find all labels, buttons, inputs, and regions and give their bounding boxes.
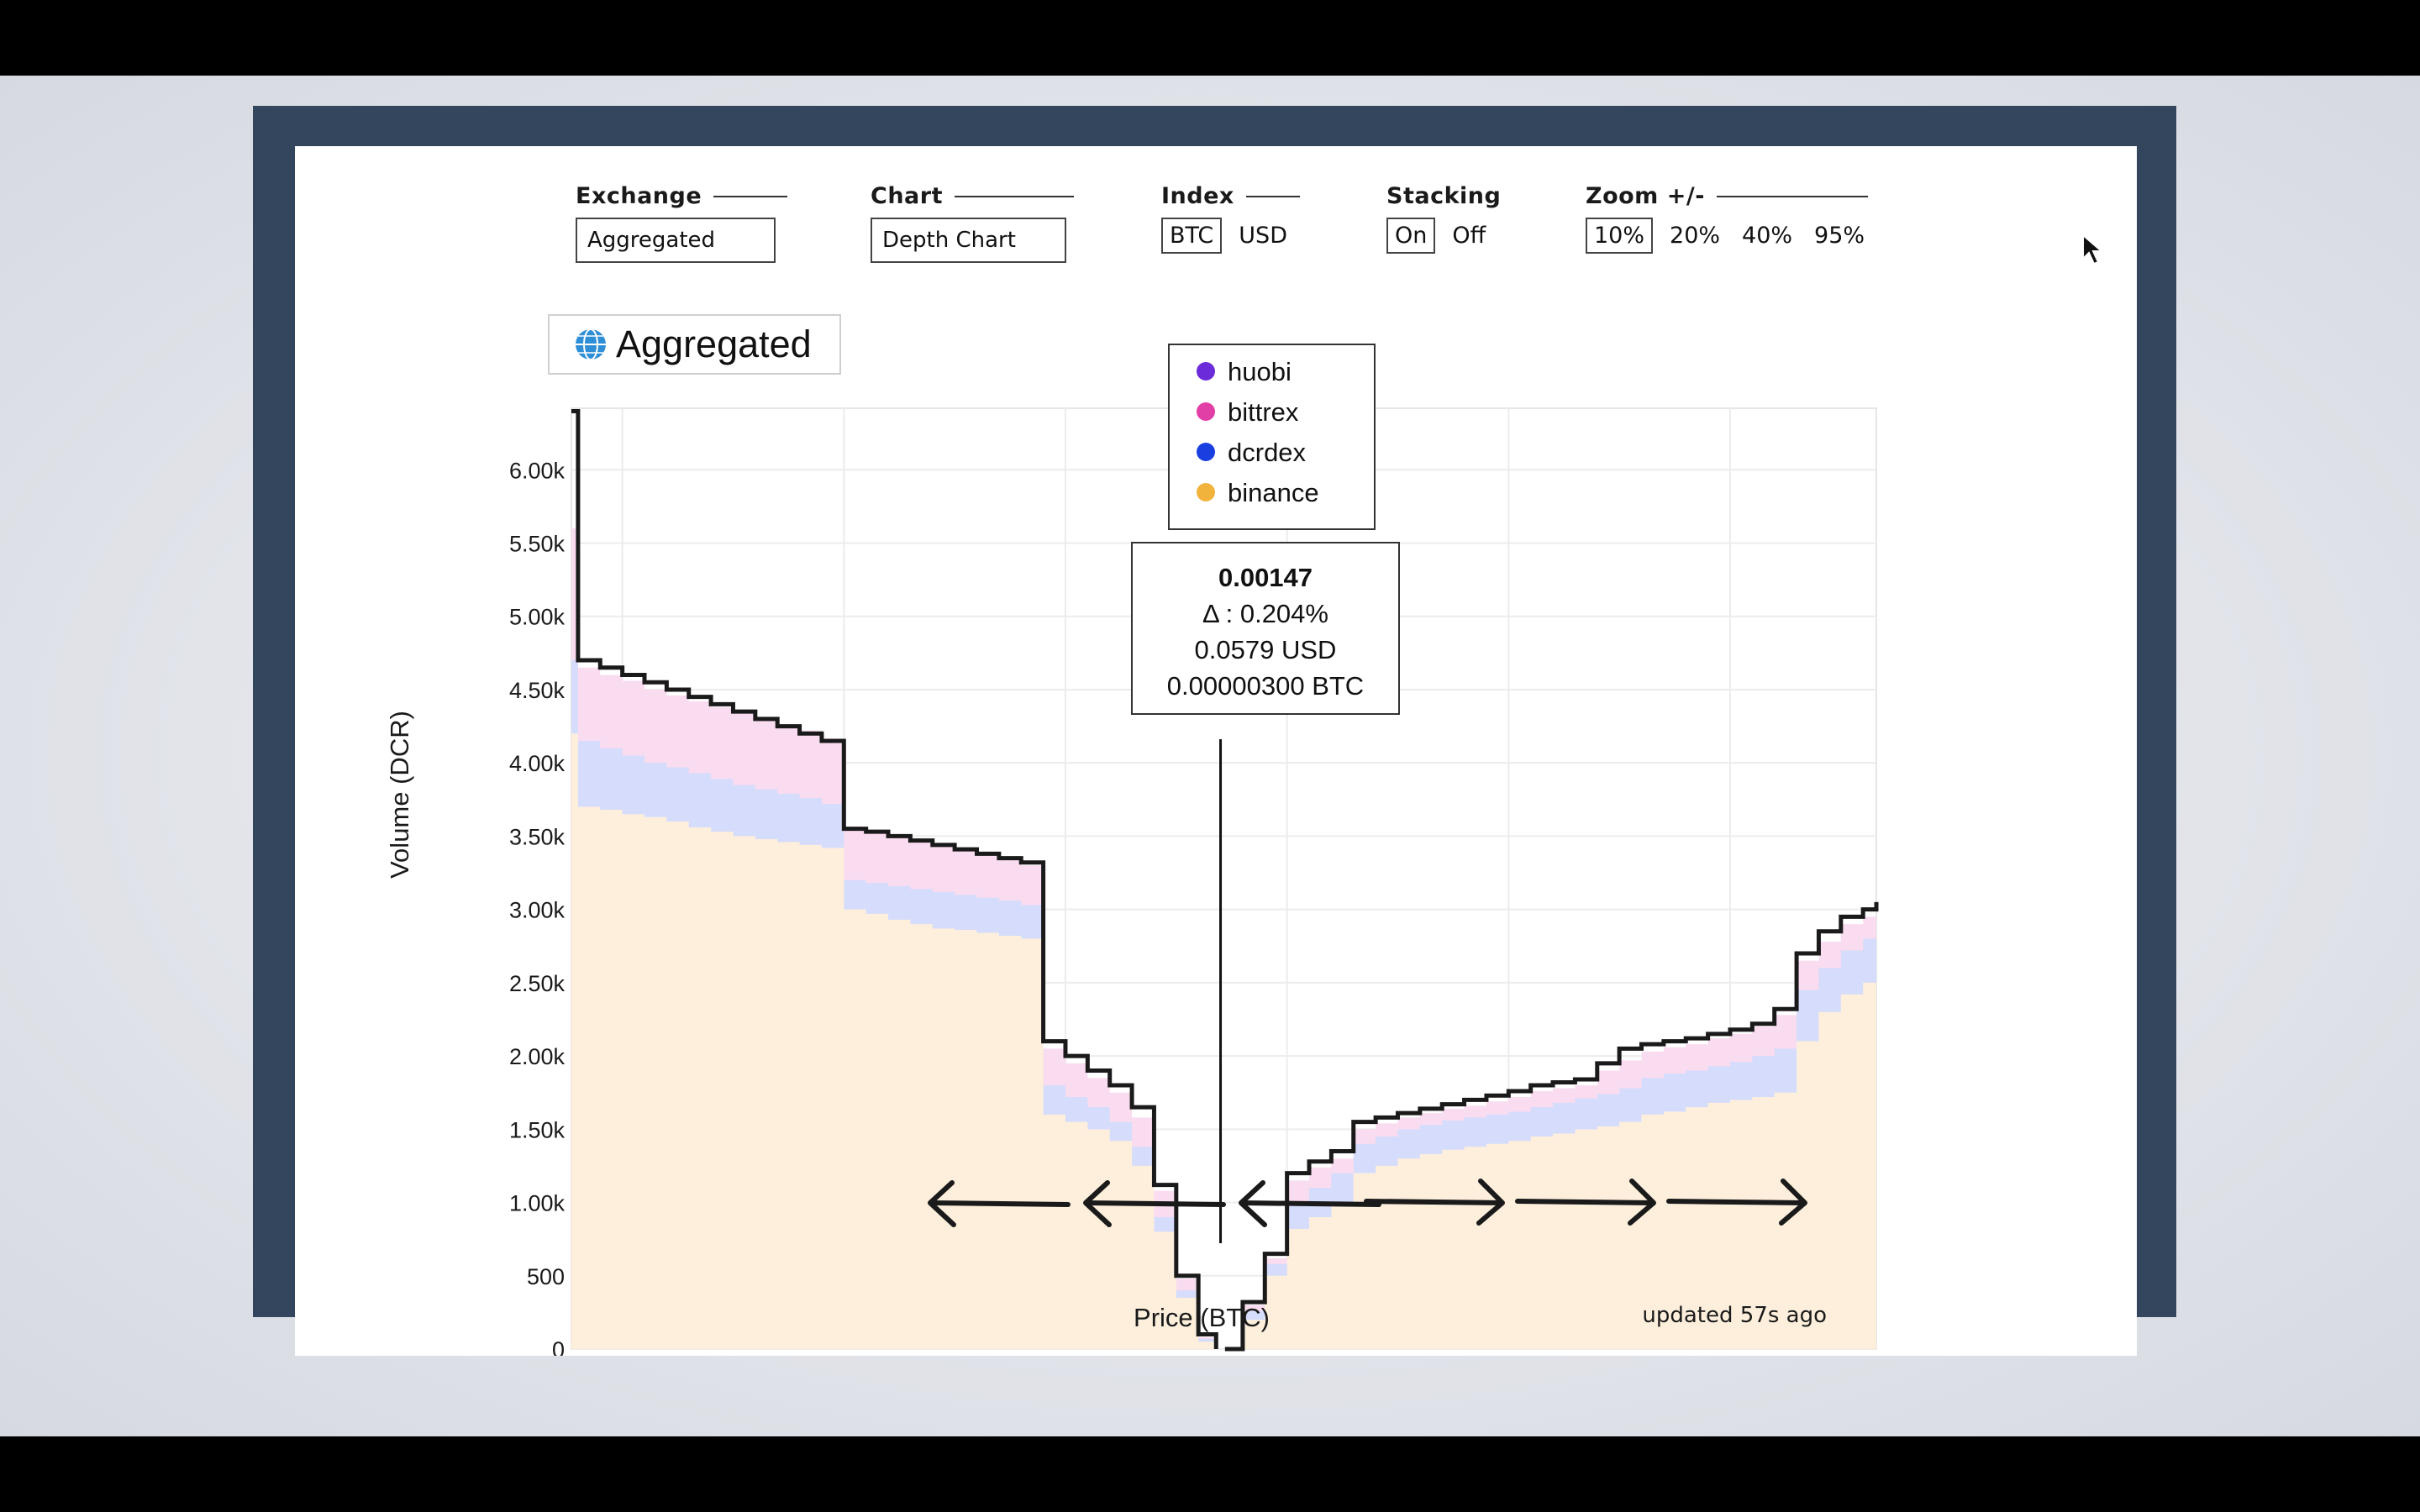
- y-tick-label: 1.00k: [509, 1191, 566, 1216]
- y-tick-label: 2.50k: [509, 971, 566, 996]
- y-tick-label: 3.50k: [509, 824, 566, 849]
- y-tick-label: 4.50k: [509, 678, 566, 703]
- legend-label-bittrex: bittrex: [1228, 397, 1299, 427]
- tooltip-delta: Δ : 0.204%: [1202, 599, 1328, 628]
- y-tick-label: 6.00k: [509, 458, 566, 483]
- y-axis-label: Volume (DCR): [385, 711, 414, 879]
- chart-card: Exchange Aggregated Chart Depth Chart In…: [295, 146, 2137, 1356]
- y-tick-label: 3.00k: [509, 898, 566, 923]
- globe-icon: [576, 328, 606, 360]
- legend-swatch-huobi: [1197, 362, 1215, 381]
- y-tick-label: 5.50k: [509, 531, 566, 556]
- legend-label-huobi: huobi: [1228, 357, 1292, 386]
- legend-swatch-bittrex: [1197, 402, 1215, 421]
- y-tick-label: 4.00k: [509, 751, 566, 776]
- y-tick-label: 0: [552, 1337, 565, 1356]
- legend-label-binance: binance: [1228, 478, 1319, 507]
- chart-legend: huobi bittrex dcrdex binance: [1168, 344, 1376, 530]
- app-frame: Exchange Aggregated Chart Depth Chart In…: [253, 106, 2176, 1356]
- legend-label-dcrdex: dcrdex: [1228, 438, 1307, 467]
- tooltip-price: 0.00147: [1218, 563, 1313, 592]
- legend-swatch-binance: [1197, 483, 1215, 501]
- aggregated-badge: Aggregated: [548, 314, 841, 375]
- legend-swatch-dcrdex: [1197, 443, 1215, 461]
- price-tooltip: 0.00147 Δ : 0.204% 0.0579 USD 0.00000300…: [1131, 542, 1400, 715]
- depth-chart[interactable]: 0 500 1.00k 1.50k 2.00k 2.50k 3.00k 3.50k 4.00k 4…: [295, 146, 2137, 1356]
- letterbox-bottom: [0, 1436, 2420, 1512]
- tooltip-usd: 0.0579 USD: [1195, 635, 1337, 664]
- aggregated-badge-label: Aggregated: [616, 323, 812, 365]
- y-tick-label: 1.50k: [509, 1117, 566, 1142]
- tooltip-btc: 0.00000300 BTC: [1167, 671, 1364, 701]
- letterbox-top: [0, 0, 2420, 76]
- slide-background: Exchange Aggregated Chart Depth Chart In…: [0, 76, 2420, 1436]
- y-tick-label: 2.00k: [509, 1044, 566, 1069]
- updated-timestamp: updated 57s ago: [1642, 1303, 1827, 1328]
- y-tick-label: 500: [527, 1264, 565, 1289]
- y-tick-label: 5.00k: [509, 605, 566, 630]
- x-axis-label: Price (BTC): [1134, 1303, 1270, 1332]
